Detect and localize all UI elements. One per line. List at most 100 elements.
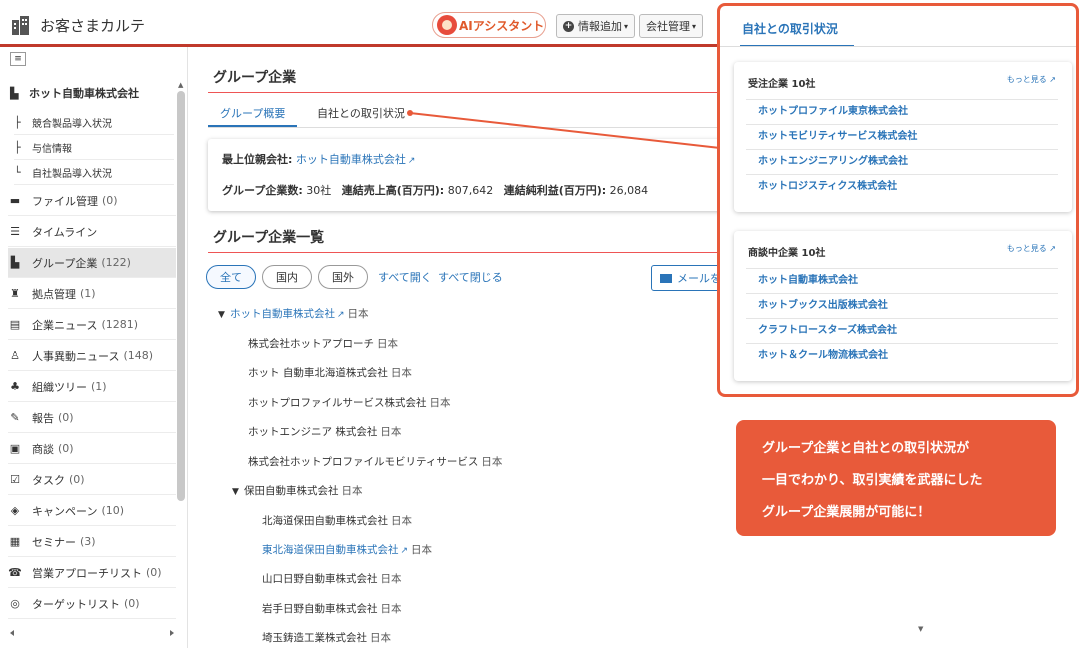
company-link[interactable]: 東北海道保田自動車株式会社 — [262, 544, 399, 556]
tree-row[interactable]: 埼玉鋳造工業株式会社 日本 — [262, 630, 391, 645]
company-name: ホット 自動車北海道株式会社 — [248, 367, 388, 379]
sidebar-item-files[interactable]: ▬ ファイル管理 (0) — [8, 186, 176, 216]
tree-end-icon: └ — [14, 166, 21, 179]
report-icon: ✎ — [10, 411, 20, 424]
company-link[interactable]: ホットエンジニアリング株式会社 — [746, 149, 1058, 174]
sidebar-item-count: (10) — [101, 504, 125, 517]
sidebar-item-seminar[interactable]: ▦ セミナー (3) — [8, 527, 176, 557]
company-link[interactable]: ホットロジスティクス株式会社 — [746, 174, 1058, 199]
collapse-all-link[interactable]: すべて閉じる — [438, 269, 503, 285]
tree-row[interactable]: 山口日野自動車株式会社 日本 — [262, 571, 402, 586]
menu-toggle-button[interactable]: ≡ — [10, 52, 26, 66]
country-label: 日本 — [380, 426, 402, 438]
building-icon: ▙ — [10, 256, 20, 269]
sidebar-item-label: セミナー — [32, 535, 76, 549]
top-parent-link[interactable]: ホット自動車株式会社 — [296, 153, 406, 166]
tree-row[interactable]: ホット 自動車北海道株式会社 日本 — [248, 365, 412, 380]
country-label: 日本 — [370, 632, 391, 644]
tree-row[interactable]: ホットプロファイルサービス株式会社 日本 — [248, 395, 451, 410]
ai-assistant-button[interactable]: AIアシスタント — [432, 12, 546, 38]
expand-all-link[interactable]: すべて開く — [378, 269, 432, 285]
app-title: お客さまカルテ — [40, 17, 146, 35]
mail-button-label: メールを — [677, 272, 721, 285]
external-link-icon: ↗ — [400, 546, 409, 556]
info-add-label: 情報追加 — [578, 20, 622, 33]
see-more-link[interactable]: もっと見る ↗ — [1007, 243, 1056, 254]
sidebar-item-report[interactable]: ✎ 報告 (0) — [8, 403, 176, 433]
sidebar-item-approach-list[interactable]: ☎ 営業アプローチリスト (0) — [8, 558, 176, 588]
filter-overseas-button[interactable]: 国外 — [318, 265, 368, 289]
tree-row[interactable]: 株式会社ホットアプローチ 日本 — [248, 336, 398, 351]
sidebar-sub-competitor[interactable]: ├ 競合製品導入状況 — [14, 111, 174, 135]
tree-row[interactable]: ▼ ホット自動車株式会社 ↗ 日本 — [218, 306, 369, 321]
tree-row[interactable]: 東北海道保田自動車株式会社 ↗ 日本 — [262, 542, 432, 557]
external-link-icon: ↗ — [337, 310, 345, 320]
tab-transaction-status[interactable]: 自社との取引状況 — [305, 103, 417, 127]
sidebar-item-label: タイムライン — [32, 225, 98, 239]
see-more-label: もっと見る — [1006, 244, 1047, 253]
tree-row[interactable]: 株式会社ホットプロファイルモビリティサービス 日本 — [248, 454, 502, 469]
callout-line: グループ企業展開が可能に！ — [762, 505, 931, 520]
sidebar-item-bases[interactable]: ♜ 拠点管理 (1) — [8, 279, 176, 309]
sidebar-item-deal[interactable]: ▣ 商談 (0) — [8, 434, 176, 464]
chevron-down-icon[interactable]: ▼ — [218, 310, 230, 320]
see-more-link[interactable]: もっと見る ↗ — [1007, 74, 1056, 85]
sidebar-item-label: キャンペーン — [32, 504, 98, 518]
popup-tab-transaction-status[interactable]: 自社との取引状況 — [740, 20, 854, 47]
scroll-up-arrow-icon[interactable]: ▲ — [178, 81, 183, 89]
company-link[interactable]: ホット自動車株式会社 — [230, 308, 335, 320]
company-link[interactable]: ホット自動車株式会社 — [746, 268, 1058, 293]
tree-row[interactable]: 岩手日野自動車株式会社 日本 — [262, 601, 402, 616]
sidebar-item-count: (0) — [58, 411, 74, 424]
sub-item-label: 競合製品導入状況 — [32, 119, 112, 130]
sidebar-item-target-list[interactable]: ◎ ターゲットリスト (0) — [8, 589, 176, 619]
tree-row[interactable]: ホットエンジニア 株式会社 日本 — [248, 424, 401, 439]
external-link-icon: ↗ — [407, 156, 416, 166]
sidebar-item-campaign[interactable]: ◈ キャンペーン (10) — [8, 496, 176, 526]
sidebar-item-task[interactable]: ☑ タスク (0) — [8, 465, 176, 495]
company-link[interactable]: ホット＆クール物流株式会社 — [746, 343, 1058, 368]
sidebar-item-personnel-news[interactable]: ♙ 人事異動ニュース (148) — [8, 341, 176, 371]
filter-all-button[interactable]: 全て — [206, 265, 256, 289]
company-mgmt-button[interactable]: 会社管理 ▾ — [639, 14, 704, 38]
sidebar-item-timeline[interactable]: ☰ タイムライン — [8, 217, 176, 247]
stat-value: 30社 — [306, 184, 332, 197]
company-name: 埼玉鋳造工業株式会社 — [262, 632, 367, 644]
company-link[interactable]: ホットプロファイル東京株式会社 — [746, 99, 1058, 124]
plus-circle-icon: + — [563, 20, 574, 32]
company-name: 北海道保田自動車株式会社 — [262, 515, 388, 527]
tab-group-overview[interactable]: グループ概要 — [208, 103, 298, 127]
chevron-down-icon[interactable]: ▼ — [232, 487, 244, 497]
filter-domestic-button[interactable]: 国内 — [262, 265, 312, 289]
sidebar-item-label: ファイル管理 — [32, 194, 98, 208]
sidebar-company-name[interactable]: ▙ ホット自動車株式会社 — [10, 85, 139, 101]
tree-branch-icon: ├ — [14, 116, 21, 129]
company-name: 山口日野自動車株式会社 — [262, 573, 378, 585]
country-label: 日本 — [377, 338, 398, 350]
negotiating-companies-card: 商談中企業 10社 もっと見る ↗ ホット自動車株式会社 ホットブックス出版株式… — [734, 231, 1072, 381]
list-icon: ☰ — [10, 225, 20, 238]
news-icon: ▤ — [9, 318, 21, 331]
sidebar-item-news[interactable]: ▤ 企業ニュース (1281) — [8, 310, 176, 340]
scroll-down-arrow-icon[interactable]: ▼ — [918, 625, 923, 633]
company-link[interactable]: クラフトロースターズ株式会社 — [746, 318, 1058, 343]
sidebar-scrollbar[interactable] — [177, 91, 185, 501]
folder-icon: ▬ — [9, 194, 21, 207]
info-add-button[interactable]: + 情報追加 ▾ — [556, 14, 636, 38]
sidebar-item-group[interactable]: ▙ グループ企業 (122) — [8, 248, 176, 278]
tree-row[interactable]: 北海道保田自動車株式会社 日本 — [262, 513, 412, 528]
card-header: 商談中企業 10社 — [748, 248, 826, 259]
sidebar-item-count: (0) — [102, 194, 118, 207]
sidebar-item-count: (122) — [101, 256, 131, 269]
company-link[interactable]: ホットブックス出版株式会社 — [746, 293, 1058, 318]
sidebar-sub-credit[interactable]: ├ 与信情報 — [14, 136, 174, 160]
callout-line: グループ企業と自社との取引状況が — [762, 441, 970, 456]
building-icon: ▙ — [10, 86, 19, 100]
tree-row[interactable]: ▼ 保田自動車株式会社 日本 — [232, 483, 363, 498]
company-link[interactable]: ホットモビリティサービス株式会社 — [746, 124, 1058, 149]
sidebar-horizontal-scrollbar[interactable] — [8, 629, 176, 637]
sidebar-item-org-tree[interactable]: ♣ 組織ツリー (1) — [8, 372, 176, 402]
company-name: ホットエンジニア 株式会社 — [248, 426, 378, 438]
sidebar-sub-own-products[interactable]: └ 自社製品導入状況 — [14, 161, 174, 185]
country-label: 日本 — [391, 515, 412, 527]
